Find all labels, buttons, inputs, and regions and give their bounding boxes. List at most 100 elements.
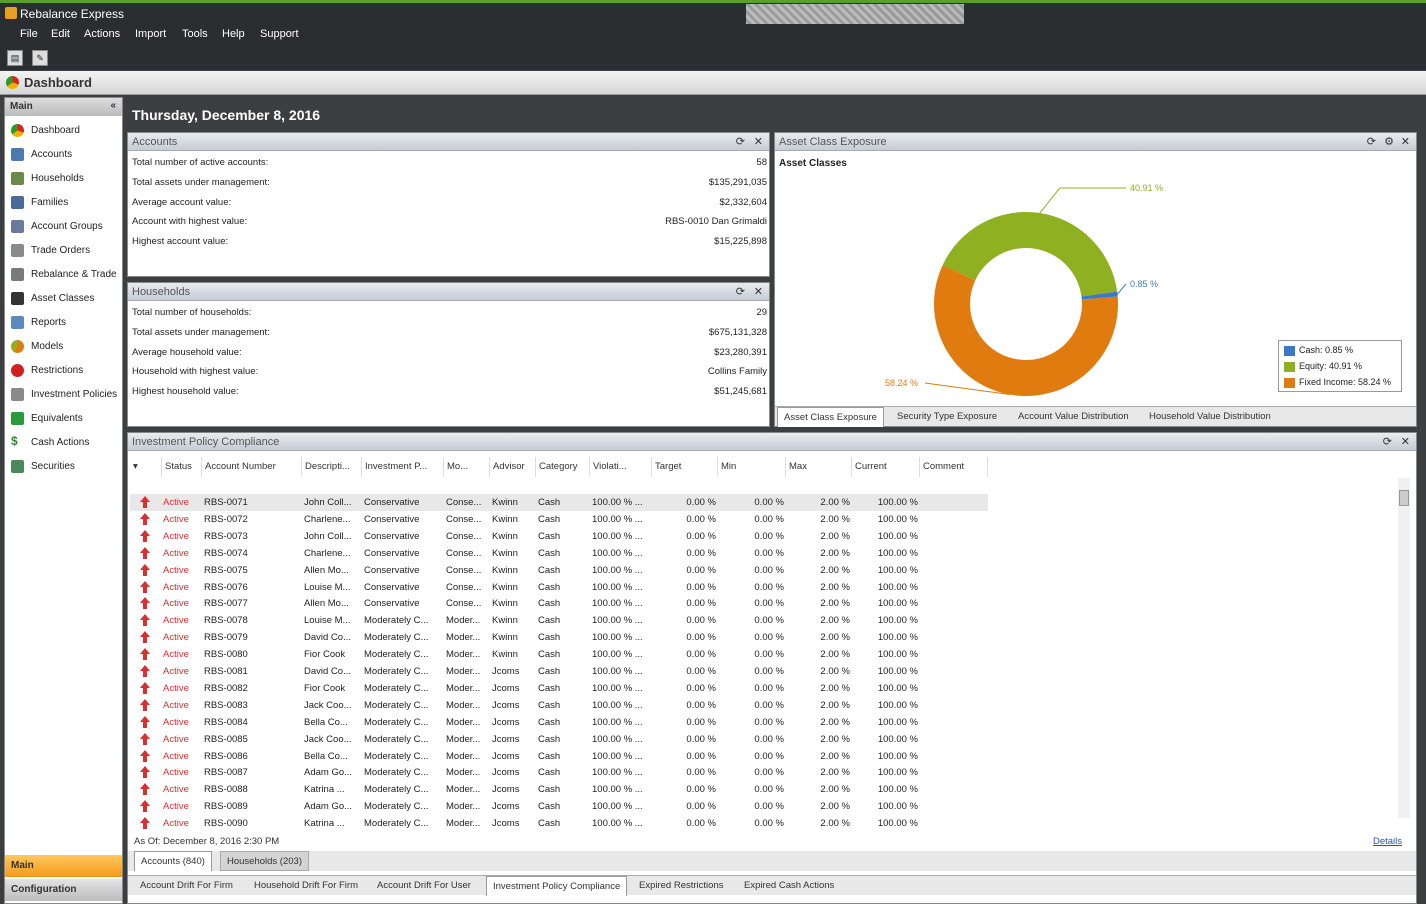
sidebar-item-equivalents[interactable]: Equivalents <box>5 408 122 430</box>
table-cell: 100.00 % <box>877 530 918 542</box>
table-cell: 0.00 % <box>754 818 784 830</box>
table-row[interactable]: Active RBS-0072 Charlene... Conservative Con… <box>130 511 988 528</box>
tab-accounts[interactable]: Accounts (840) <box>134 851 212 871</box>
column-header[interactable]: Target <box>652 457 718 477</box>
refresh-icon[interactable]: ⟳ <box>736 285 745 298</box>
table-row[interactable]: Active RBS-0076 Louise M... Conservative Con… <box>130 579 988 596</box>
column-header[interactable]: Violati... <box>590 457 652 477</box>
table-cell: Katrina ... <box>304 818 345 830</box>
tab-investment-policy-compliance[interactable]: Investment Policy Compliance <box>486 876 628 896</box>
sidebar-item-families[interactable]: Families <box>5 192 122 214</box>
collapse-icon[interactable]: « <box>110 100 116 111</box>
close-icon[interactable]: ✕ <box>1401 135 1410 148</box>
gear-icon[interactable]: ⚙ <box>1384 135 1394 148</box>
menu-import[interactable]: Import <box>135 28 166 40</box>
tab-account-drift-user[interactable]: Account Drift For User <box>377 880 471 891</box>
menu-tools[interactable]: Tools <box>182 28 208 40</box>
table-cell: 100.00 % ... <box>592 699 643 711</box>
table-row[interactable]: Active RBS-0079 David Co... Moderately C...… <box>130 629 988 646</box>
sidebar-item-account-groups[interactable]: Account Groups <box>5 216 122 238</box>
table-cell: Moder... <box>446 733 481 745</box>
table-row[interactable]: Active RBS-0088 Katrina ... Moderately C...… <box>130 781 988 798</box>
table-cell: 100.00 % <box>877 784 918 796</box>
close-icon[interactable]: ✕ <box>754 285 763 298</box>
edit-document-icon[interactable]: ✎ <box>32 50 48 66</box>
table-cell: David Co... <box>304 666 351 677</box>
column-header[interactable]: Max <box>786 457 852 477</box>
table-cell: David Co... <box>304 632 351 644</box>
column-header[interactable]: Current <box>852 457 920 477</box>
column-header[interactable]: Min <box>718 457 786 477</box>
kv-label: Total assets under management: <box>132 177 270 188</box>
table-row[interactable]: Active RBS-0081 David Co... Moderately C...… <box>130 663 988 680</box>
scrollbar-thumb[interactable] <box>1399 490 1409 506</box>
new-document-icon[interactable]: ▤ <box>7 50 23 66</box>
table-row[interactable]: Active RBS-0074 Charlene... Conservative Con… <box>130 545 988 562</box>
table-row[interactable]: Active RBS-0087 Adam Go... Moderately C... M… <box>130 764 988 781</box>
table-row[interactable]: Active RBS-0083 Jack Coo... Moderately C...… <box>130 697 988 714</box>
sidebar-item-accounts[interactable]: Accounts <box>5 144 122 166</box>
table-cell: Moderately C... <box>364 750 429 762</box>
sidebar-item-households[interactable]: Households <box>5 168 122 190</box>
table-row[interactable]: Active RBS-0085 Jack Coo... Moderately C...… <box>130 731 988 748</box>
table-row[interactable]: Active RBS-0078 Louise M... Moderately C...… <box>130 612 988 629</box>
close-icon[interactable]: ✕ <box>754 135 763 148</box>
details-link[interactable]: Details <box>1373 836 1402 847</box>
sidebar-item-models[interactable]: Models <box>5 336 122 358</box>
table-row[interactable]: Active RBS-0073 John Coll... Conservative Co… <box>130 528 988 545</box>
sidebar-item-trade-orders[interactable]: Trade Orders <box>5 240 122 262</box>
close-icon[interactable]: ✕ <box>1401 435 1410 448</box>
column-header[interactable]: Status <box>162 457 202 477</box>
menu-help[interactable]: Help <box>222 28 245 40</box>
sidebar-item-investment-policies[interactable]: Investment Policies <box>5 384 122 406</box>
kv-row: Household with highest value: Collins Fam… <box>132 363 767 381</box>
table-row[interactable]: Active RBS-0084 Bella Co... Moderately C...… <box>130 714 988 731</box>
grid-scrollbar[interactable] <box>1398 478 1410 818</box>
sidebar-item-restrictions[interactable]: Restrictions <box>5 360 122 382</box>
column-header[interactable]: Comment <box>920 457 988 477</box>
tab-asset-class-exposure[interactable]: Asset Class Exposure <box>777 407 884 427</box>
tab-security-type-exposure[interactable]: Security Type Exposure <box>897 411 997 422</box>
table-cell: 100.00 % ... <box>592 598 643 610</box>
table-row[interactable]: Active RBS-0090 Katrina ... Moderately C...… <box>130 815 988 832</box>
table-row[interactable]: Active RBS-0082 Fior Cook Moderately C... Mo… <box>130 680 988 697</box>
refresh-icon[interactable]: ⟳ <box>736 135 745 148</box>
sidebar-item-asset-classes[interactable]: Asset Classes <box>5 288 122 310</box>
table-row[interactable]: Active RBS-0080 Fior Cook Moderately C... Mo… <box>130 646 988 663</box>
sidebar-item-rebalance-trade[interactable]: Rebalance & Trade <box>5 264 122 286</box>
tab-household-value-distribution[interactable]: Household Value Distribution <box>1149 411 1271 422</box>
column-header[interactable]: Descripti... <box>302 457 362 477</box>
column-header[interactable]: Mo... <box>444 457 490 477</box>
menu-support[interactable]: Support <box>260 28 299 40</box>
sidebar-item-dashboard[interactable]: Dashboard <box>5 120 122 142</box>
menu-edit[interactable]: Edit <box>51 28 70 40</box>
sidebar-item-securities[interactable]: Securities <box>5 456 122 478</box>
table-row[interactable]: Active RBS-0089 Adam Go... Moderately C... M… <box>130 798 988 815</box>
table-row[interactable]: Active RBS-0086 Bella Co... Moderately C...… <box>130 748 988 765</box>
blurred-region <box>746 4 964 26</box>
column-header[interactable]: Advisor <box>490 457 536 477</box>
sidebar-item-reports[interactable]: Reports <box>5 312 122 334</box>
menu-actions[interactable]: Actions <box>84 28 120 40</box>
refresh-icon[interactable]: ⟳ <box>1383 435 1392 448</box>
menu-file[interactable]: File <box>20 28 38 40</box>
sidebar-main-button[interactable]: Main <box>5 855 122 877</box>
tab-account-drift-firm[interactable]: Account Drift For Firm <box>140 880 233 891</box>
sidebar-configuration-button[interactable]: Configuration <box>5 879 122 901</box>
refresh-icon[interactable]: ⟳ <box>1367 135 1376 148</box>
table-cell: RBS-0089 <box>204 801 248 813</box>
table-row[interactable]: Active RBS-0075 Allen Mo... Conservative Con… <box>130 562 988 579</box>
tab-households[interactable]: Households (203) <box>220 851 309 871</box>
table-cell: 0.00 % <box>754 716 784 728</box>
tab-account-value-distribution[interactable]: Account Value Distribution <box>1018 411 1129 422</box>
column-header[interactable]: Account Number <box>202 457 302 477</box>
table-row[interactable]: Active RBS-0077 Allen Mo... Conservative Con… <box>130 595 988 612</box>
tab-household-drift-firm[interactable]: Household Drift For Firm <box>254 880 358 891</box>
column-header[interactable]: Category <box>536 457 590 477</box>
tab-expired-restrictions[interactable]: Expired Restrictions <box>639 880 723 891</box>
column-header[interactable]: Investment P... <box>362 457 444 477</box>
table-row[interactable]: Active RBS-0071 John Coll... Conservative Co… <box>130 494 988 511</box>
tab-expired-cash-actions[interactable]: Expired Cash Actions <box>744 880 834 891</box>
column-sort-header[interactable]: ▾ <box>130 457 162 477</box>
sidebar-item-cash-actions[interactable]: $ Cash Actions <box>5 432 122 454</box>
